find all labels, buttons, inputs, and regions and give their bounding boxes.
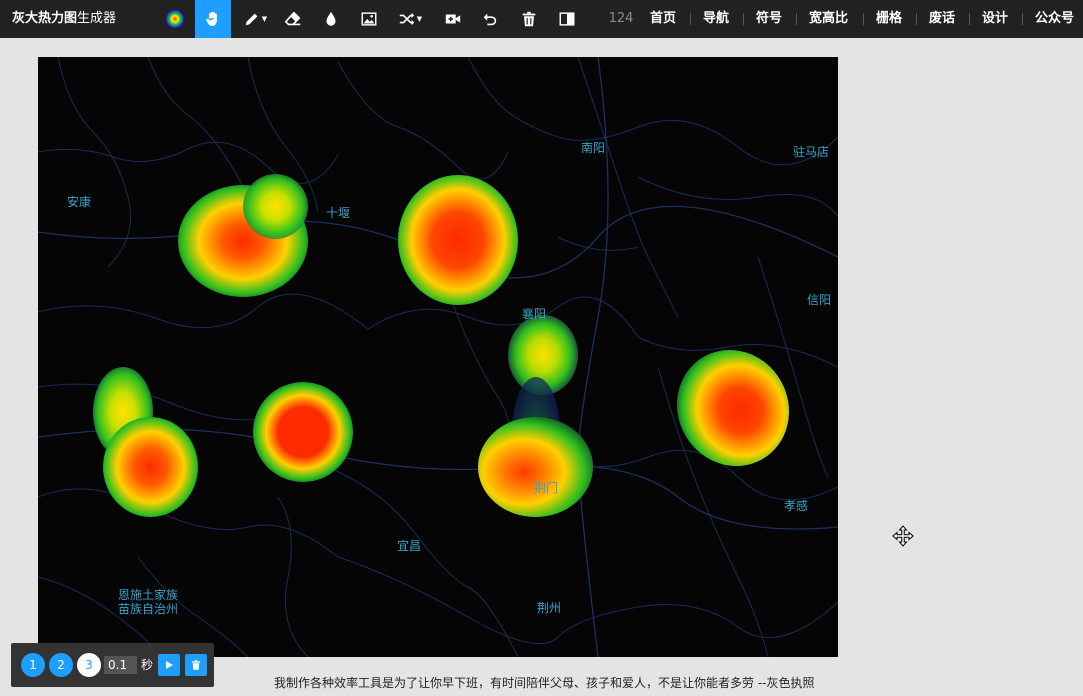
trash-icon xyxy=(522,11,536,27)
city-label: 安康 xyxy=(67,195,92,209)
eraser-button[interactable] xyxy=(275,0,311,38)
city-label: 荆州 xyxy=(537,601,562,615)
nav-nonsense[interactable]: 废话 xyxy=(929,0,955,38)
speed-unit: 秒 xyxy=(141,658,154,672)
nav-divider xyxy=(796,13,797,25)
chevron-down-icon: ▼ xyxy=(261,15,268,23)
chevron-down-icon: ▼ xyxy=(416,15,423,23)
eraser-icon xyxy=(284,11,301,26)
city-label: 南阳 xyxy=(581,141,606,155)
hand-tool-button[interactable] xyxy=(195,0,231,38)
speed-input[interactable] xyxy=(104,656,137,674)
shuffle-button[interactable]: ▼ xyxy=(392,0,428,38)
city-label: 襄阳 xyxy=(522,307,547,321)
split-view-button[interactable] xyxy=(549,0,585,38)
nav-divider xyxy=(863,13,864,25)
nav-divider xyxy=(1022,13,1023,25)
heat-spot xyxy=(398,175,518,305)
city-label: 宜昌 xyxy=(397,539,422,553)
frame-button-2[interactable]: 2 xyxy=(49,653,73,677)
clear-frames-button[interactable] xyxy=(185,654,207,676)
pen-tool-button[interactable]: ▼ xyxy=(237,0,273,38)
city-label: 驻马店 xyxy=(793,145,830,159)
heat-spot xyxy=(103,417,198,517)
nav-wechat[interactable]: 公众号 xyxy=(1035,0,1074,38)
drop-icon xyxy=(326,11,336,26)
trash-icon xyxy=(191,660,201,670)
move-cursor-icon xyxy=(892,525,914,547)
nav-aspect-ratio[interactable]: 宽高比 xyxy=(809,0,848,38)
play-icon xyxy=(166,661,173,669)
frame-button-1[interactable]: 1 xyxy=(21,653,45,677)
point-count: 124 xyxy=(608,11,634,26)
nav-symbols[interactable]: 符号 xyxy=(756,0,782,38)
heat-spot xyxy=(243,174,308,239)
heat-spot xyxy=(253,382,353,482)
nav-divider xyxy=(969,13,970,25)
shuffle-icon xyxy=(399,12,414,26)
nav-divider xyxy=(916,13,917,25)
city-label: 苗族自治州 xyxy=(118,602,179,616)
nav-directory[interactable]: 导航 xyxy=(703,0,729,38)
nav-grid[interactable]: 栅格 xyxy=(876,0,902,38)
heatmap-canvas[interactable]: 南阳 驻马店 安康 十堰 信阳 襄阳 荆门 孝感 宜昌 恩施土家族 苗族自治州 … xyxy=(38,57,838,657)
city-label: 荆门 xyxy=(534,481,559,495)
nav-home[interactable]: 首页 xyxy=(650,0,676,38)
city-label: 恩施土家族 xyxy=(118,588,179,602)
background-image-button[interactable] xyxy=(351,0,387,38)
nav-divider xyxy=(690,13,691,25)
top-toolbar: 灰大热力图生成器 ▼ ▼ 124 首页 导航 符号 宽高比 栅格 废话 设计 公… xyxy=(0,0,1083,38)
image-icon xyxy=(361,12,377,26)
split-view-icon xyxy=(559,12,575,26)
frame-player: 1 2 3 秒 xyxy=(11,643,214,687)
frame-button-3[interactable]: 3 xyxy=(77,653,101,677)
city-label: 孝感 xyxy=(784,499,809,513)
heatmap-gradient-button[interactable] xyxy=(157,0,193,38)
pen-icon xyxy=(245,13,258,26)
app-title: 灰大热力图生成器 xyxy=(12,0,116,38)
nav-design[interactable]: 设计 xyxy=(982,0,1008,38)
heat-spot xyxy=(478,417,593,517)
undo-button[interactable] xyxy=(472,0,508,38)
heatmap-gradient-icon xyxy=(166,10,184,28)
brand-bold: 灰大热力图 xyxy=(12,11,78,26)
brand-rest: 生成器 xyxy=(77,11,117,26)
opacity-button[interactable] xyxy=(313,0,349,38)
city-label: 信阳 xyxy=(807,293,832,307)
hand-icon xyxy=(206,11,217,27)
undo-icon xyxy=(483,13,497,26)
play-button[interactable] xyxy=(158,654,180,676)
footer-slogan: 我制作各种效率工具是为了让你早下班，有时间陪伴父母、孩子和爱人，不是让你能者多劳… xyxy=(274,676,815,690)
city-label: 十堰 xyxy=(326,206,351,220)
add-video-icon xyxy=(445,14,461,24)
delete-button[interactable] xyxy=(511,0,547,38)
nav-divider xyxy=(743,13,744,25)
add-frame-button[interactable] xyxy=(435,0,471,38)
